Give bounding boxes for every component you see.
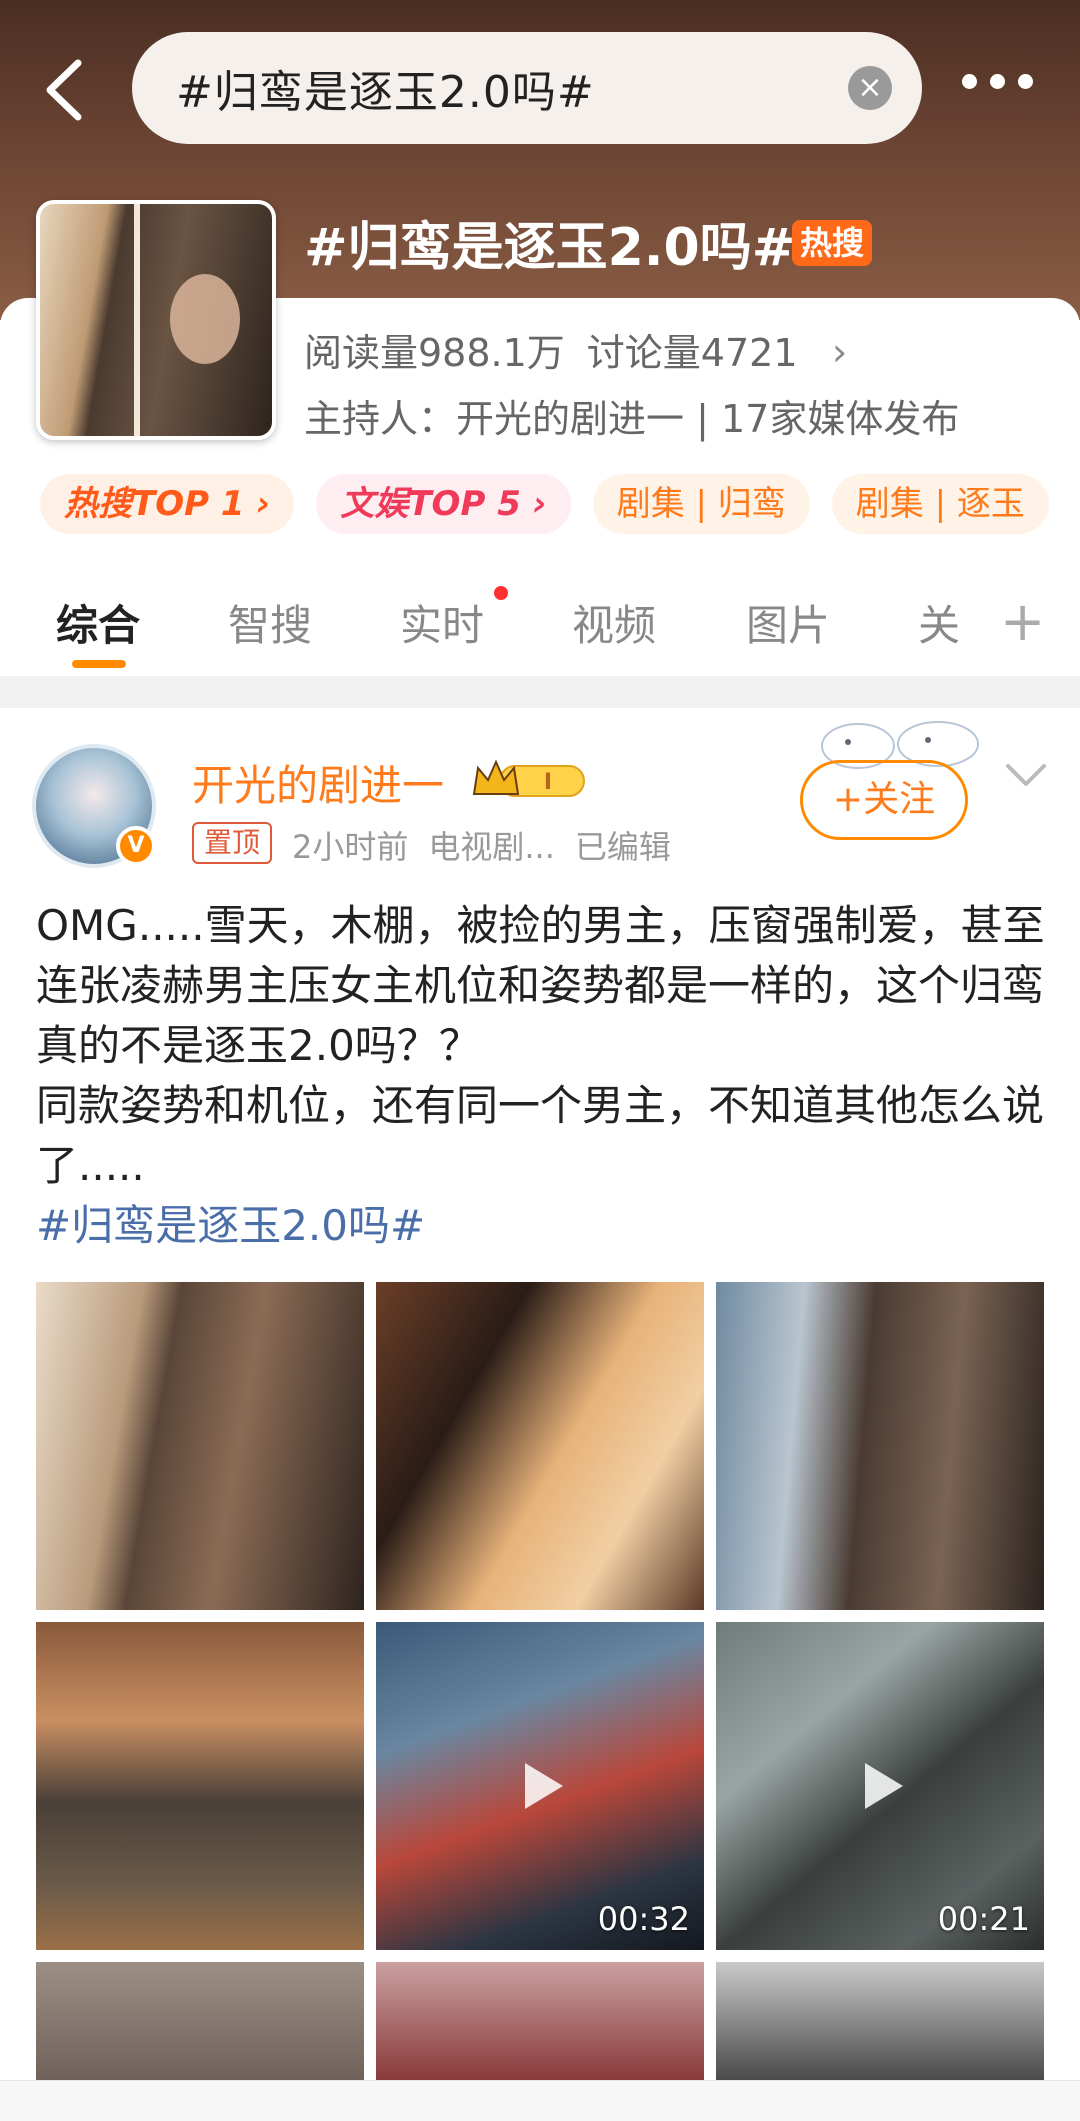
edited-label: 已编辑 xyxy=(574,828,671,866)
post-hashtag[interactable]: #归鸾是逐玉2.0吗# xyxy=(36,1196,1046,1256)
chip-series-guiluan[interactable]: 剧集 | 归鸾 xyxy=(592,474,810,534)
more-options-icon[interactable] xyxy=(962,74,1062,104)
tab-related[interactable]: 关 xyxy=(918,592,960,653)
tab-smart-search[interactable]: 智搜 xyxy=(228,592,312,653)
add-tab-icon[interactable]: + xyxy=(1000,590,1045,653)
topic-chips: 热搜TOP 1 › 文娱TOP 5 › 剧集 | 归鸾 剧集 | 逐玉 xyxy=(40,474,1049,534)
chip-entertainment[interactable]: 文娱TOP 5 › xyxy=(316,474,571,534)
topic-title: #归鸾是逐玉2.0吗# xyxy=(304,218,796,278)
play-icon[interactable] xyxy=(511,1757,569,1815)
follow-button[interactable]: +关注 xyxy=(800,760,968,840)
chip-series-zhuyu[interactable]: 剧集 | 逐玉 xyxy=(831,474,1049,534)
topic-stats[interactable]: 阅读量988.1万 讨论量4721 xyxy=(304,322,798,377)
chevron-down-icon[interactable] xyxy=(1004,760,1048,790)
verified-icon: V xyxy=(116,826,156,866)
post-image[interactable] xyxy=(36,1282,364,1610)
post-image[interactable] xyxy=(36,1962,364,2080)
post-image[interactable] xyxy=(716,1962,1044,2080)
hot-badge: 热搜 xyxy=(792,220,873,266)
tab-comprehensive[interactable]: 综合 xyxy=(56,592,140,653)
post-image[interactable] xyxy=(376,1282,704,1610)
search-query: #归鸾是逐玉2.0吗# xyxy=(176,67,595,118)
back-arrow-icon[interactable] xyxy=(40,55,90,125)
pinned-badge: 置顶 xyxy=(192,822,273,864)
post-image[interactable] xyxy=(36,1622,364,1950)
author-name[interactable]: 开光的剧进一 xyxy=(192,752,444,813)
play-icon[interactable] xyxy=(851,1757,909,1815)
read-count: 阅读量988.1万 xyxy=(304,331,565,375)
topic-host[interactable]: 主持人：开光的剧进一 | 17家媒体发布 xyxy=(304,388,959,443)
active-tab-indicator xyxy=(72,660,126,668)
post-text-line: 同款姿势和机位，还有同一个男主，不知道其他怎么说了..... xyxy=(36,1081,1045,1190)
avatar[interactable]: V xyxy=(32,744,156,868)
tab-images[interactable]: 图片 xyxy=(746,592,830,653)
search-input[interactable]: #归鸾是逐玉2.0吗# × xyxy=(132,32,922,144)
clear-icon[interactable]: × xyxy=(848,66,892,110)
tab-realtime[interactable]: 实时 xyxy=(400,592,484,653)
discussion-count: 讨论量4721 xyxy=(586,331,798,375)
new-content-dot xyxy=(494,586,508,600)
post-image[interactable] xyxy=(716,1282,1044,1610)
topic-cover-image xyxy=(36,200,276,440)
section-divider xyxy=(0,676,1080,708)
tab-video[interactable]: 视频 xyxy=(572,592,656,653)
chip-hot-search[interactable]: 热搜TOP 1 › xyxy=(40,474,295,534)
post-video[interactable]: 00:21 xyxy=(716,1622,1044,1950)
video-duration: 00:21 xyxy=(937,1900,1030,1938)
video-duration: 00:32 xyxy=(597,1900,690,1938)
svg-text:I: I xyxy=(544,770,552,795)
post-meta: 2小时前 电视剧... 已编辑 xyxy=(292,822,671,868)
chevron-right-icon[interactable]: › xyxy=(832,330,847,374)
vip-crown-icon: I xyxy=(472,759,585,797)
post-text-line: OMG.....雪天，木棚，被捡的男主，压窗强制爱，甚至连张凌赫男主压女主机位和… xyxy=(36,901,1045,1070)
post-source: 电视剧... xyxy=(428,828,555,866)
bottom-bar xyxy=(0,2080,1080,2121)
post-body[interactable]: OMG.....雪天，木棚，被捡的男主，压窗强制爱，甚至连张凌赫男主压女主机位和… xyxy=(36,896,1046,1256)
post-video[interactable]: 00:32 xyxy=(376,1622,704,1950)
tab-bar: 综合 智搜 实时 视频 图片 关 xyxy=(0,578,1080,674)
post-time: 2小时前 xyxy=(292,828,409,866)
post-image[interactable] xyxy=(376,1962,704,2080)
